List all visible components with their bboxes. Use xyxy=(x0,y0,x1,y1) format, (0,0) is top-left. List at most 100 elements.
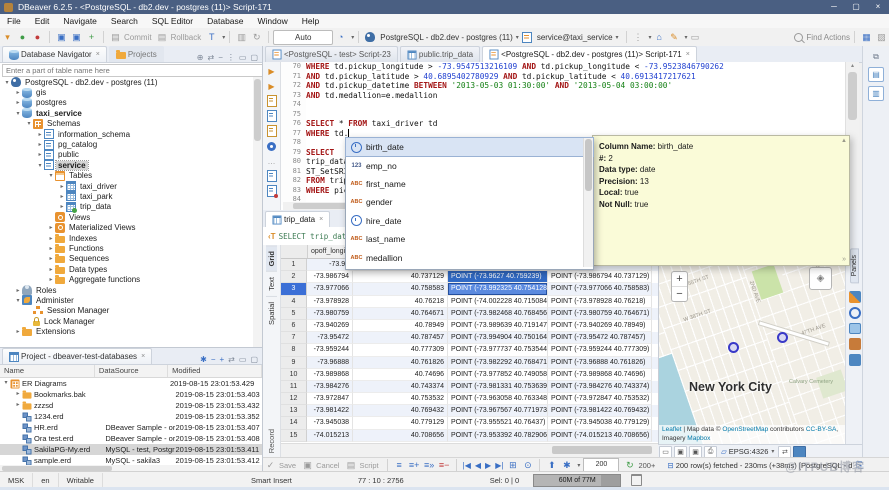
cell-dropoff-point[interactable]: POINT (-73.945038 40.779129) xyxy=(548,417,652,429)
cell-dropoff-latitude[interactable]: 40.769432 xyxy=(353,405,448,417)
panel-image-icon[interactable] xyxy=(849,323,861,334)
save-result-icon[interactable]: ✓ xyxy=(264,459,277,472)
row-number[interactable]: 2 xyxy=(281,271,307,283)
home-icon[interactable]: ⌂ xyxy=(653,31,666,44)
project-add-icon[interactable]: + xyxy=(220,355,225,364)
menu-edit[interactable]: Edit xyxy=(28,14,57,28)
panel-value-viewer-icon[interactable] xyxy=(849,291,861,303)
tree-item-indexes[interactable]: ▸Indexes xyxy=(0,233,252,243)
edit-icon[interactable]: ✎ xyxy=(668,31,681,44)
attribution-link[interactable]: Leaflet xyxy=(662,426,682,433)
autocomplete-item-gender[interactable]: ABCgender xyxy=(346,193,593,211)
expander-icon[interactable]: ▾ xyxy=(47,172,55,179)
delete-row-icon[interactable]: ≡− xyxy=(438,459,451,472)
expander-icon[interactable]: ▾ xyxy=(3,79,11,86)
cell-dropoff-latitude[interactable]: 40.708656 xyxy=(353,430,448,442)
cell-pickup-point[interactable]: POINT (-73.967567 40.771973) xyxy=(448,405,548,417)
row-number[interactable]: 9 xyxy=(281,357,307,369)
nav-collapse-icon[interactable]: ⊕ xyxy=(197,53,204,62)
cell-dropoff-latitude[interactable]: 40.74696 xyxy=(353,369,448,381)
menu-database[interactable]: Database xyxy=(200,14,250,28)
cell-dropoff-longitude[interactable]: -73.986794 xyxy=(307,271,353,283)
code-line-75[interactable]: 75 xyxy=(281,110,845,120)
map-layers-button[interactable]: ◈ xyxy=(809,267,832,290)
execute-new-tab-icon[interactable]: ▶ xyxy=(266,80,278,92)
expander-icon[interactable]: ▾ xyxy=(14,110,22,117)
perspective-dbeaver-icon[interactable]: ▦ xyxy=(860,31,873,44)
cell-dropoff-longitude[interactable]: -73.989868 xyxy=(307,369,353,381)
tree-item-trip-data[interactable]: ▸trip_data xyxy=(0,202,252,212)
execute-statement-icon[interactable]: ▶ xyxy=(266,65,278,77)
row-number[interactable]: 3 xyxy=(281,283,307,295)
commit-icon[interactable]: ▤ xyxy=(109,31,122,44)
project-item-hr-erd[interactable]: HR.erdDBeaver Sample - orcl2019-08-15 23… xyxy=(0,422,262,433)
row-number[interactable]: 12 xyxy=(281,393,307,405)
cell-dropoff-longitude[interactable]: -73.978928 xyxy=(307,296,353,308)
tree-item-session-manager[interactable]: Session Manager xyxy=(0,306,252,316)
cell-dropoff-point[interactable]: POINT (-74.015213 40.708656) xyxy=(548,430,652,442)
more-actions-icon[interactable]: ⋮ xyxy=(632,31,645,44)
zoom-in-button[interactable]: + xyxy=(672,272,687,287)
panel-focus-icon[interactable] xyxy=(849,307,861,319)
cell-dropoff-longitude[interactable]: -73.940269 xyxy=(307,320,353,332)
result-settings-icon[interactable]: ✱ xyxy=(560,459,573,472)
nav-menu-icon[interactable]: ⋮ xyxy=(227,53,235,62)
project-maximize-icon[interactable]: ▢ xyxy=(250,355,258,364)
expander-icon[interactable]: ▸ xyxy=(58,183,66,190)
autocomplete-item-last-name[interactable]: ABClast_name xyxy=(346,230,593,248)
export-icon[interactable] xyxy=(266,170,278,182)
row-number[interactable]: 4 xyxy=(281,296,307,308)
cell-dropoff-point[interactable]: POINT (-73.972847 40.753532) xyxy=(548,393,652,405)
expander-icon[interactable]: ▸ xyxy=(47,266,55,273)
column-header-modified[interactable]: Modified xyxy=(168,365,262,377)
code-line-71[interactable]: 71AND td.pickup_latitude > 40.6895402780… xyxy=(281,72,845,82)
cell-dropoff-point[interactable]: POINT (-73.940269 40.78949) xyxy=(548,320,652,332)
cell-dropoff-longitude[interactable]: -73.95472 xyxy=(307,332,353,344)
tree-item-extensions[interactable]: ▸Extensions xyxy=(0,326,252,336)
prev-row-icon[interactable]: ◀ xyxy=(475,461,481,470)
cancel-result-icon[interactable]: ▣ xyxy=(301,459,314,472)
memory-indicator[interactable]: 60M of 77M xyxy=(533,474,621,487)
tree-item-pg-catalog[interactable]: ▸pg_catalog xyxy=(0,139,252,149)
tab-projects[interactable]: Projects xyxy=(109,46,164,62)
gc-trash-icon[interactable] xyxy=(631,474,642,486)
save-icon[interactable]: ▥ xyxy=(235,31,248,44)
cell-dropoff-latitude[interactable]: 40.764671 xyxy=(353,308,448,320)
cell-dropoff-longitude[interactable]: -73.945038 xyxy=(307,417,353,429)
find-actions[interactable]: Find Actions xyxy=(794,33,850,42)
expander-icon[interactable]: ▸ xyxy=(58,193,66,200)
tab-close-icon[interactable]: × xyxy=(686,51,690,58)
expander-icon[interactable]: ▸ xyxy=(36,141,44,148)
cell-pickup-point[interactable]: POINT (-73.982292 40.768471) xyxy=(448,357,548,369)
rollback-icon[interactable]: ▤ xyxy=(156,31,169,44)
tab-close-icon[interactable]: × xyxy=(96,51,100,58)
nav-minimize-icon[interactable]: ▭ xyxy=(239,53,247,62)
export-result-icon[interactable]: ⬆ xyxy=(545,459,558,472)
cell-dropoff-latitude[interactable]: 40.753532 xyxy=(353,393,448,405)
row-number[interactable]: 14 xyxy=(281,417,307,429)
cell-dropoff-latitude[interactable]: 40.76218 xyxy=(353,296,448,308)
last-row-icon[interactable]: ▶| xyxy=(495,461,503,470)
expander-icon[interactable]: ▸ xyxy=(14,328,22,335)
tab-text[interactable]: Text xyxy=(266,271,277,296)
expander-icon[interactable]: ▸ xyxy=(47,224,55,231)
first-row-icon[interactable]: |◀ xyxy=(463,461,471,470)
restore-views-icon[interactable]: ⧉ xyxy=(869,50,883,63)
project-item-zzzsd[interactable]: ▸zzzsd2019-08-15 23:01:53.432 xyxy=(0,400,262,411)
edit-row-icon[interactable]: ≡ xyxy=(393,459,406,472)
fetch-more-icon[interactable]: ↻ xyxy=(623,459,636,472)
rollback-label[interactable]: Rollback xyxy=(171,33,202,42)
map-export-icon[interactable]: ▭ xyxy=(659,446,672,458)
tree-item-administer[interactable]: ▾Administer xyxy=(0,295,252,305)
tree-item-gis[interactable]: ▸gis xyxy=(0,87,252,97)
expander-icon[interactable]: ▸ xyxy=(47,235,55,242)
project-link-icon[interactable]: ⇄ xyxy=(228,355,235,364)
project-settings-icon[interactable]: ✱ xyxy=(200,355,207,364)
project-item-er-diagrams[interactable]: ▾ER Diagrams2019-08-15 23:01:53.429 xyxy=(0,378,262,389)
tree-item-schemas[interactable]: ▾Schemas xyxy=(0,119,252,129)
cell-dropoff-point[interactable]: POINT (-73.984276 40.743374) xyxy=(548,381,652,393)
cell-dropoff-point[interactable]: POINT (-73.989868 40.74696) xyxy=(548,369,652,381)
cell-pickup-point[interactable]: POINT (-73.992325 40.754128) xyxy=(448,283,548,295)
autocomplete-item-emp-no[interactable]: 123emp_no xyxy=(346,156,593,174)
editor-tab-postgresql-db2-dev-postgres-11-script-171[interactable]: <PostgreSQL - db2.dev - postgres (11)> S… xyxy=(482,46,697,62)
